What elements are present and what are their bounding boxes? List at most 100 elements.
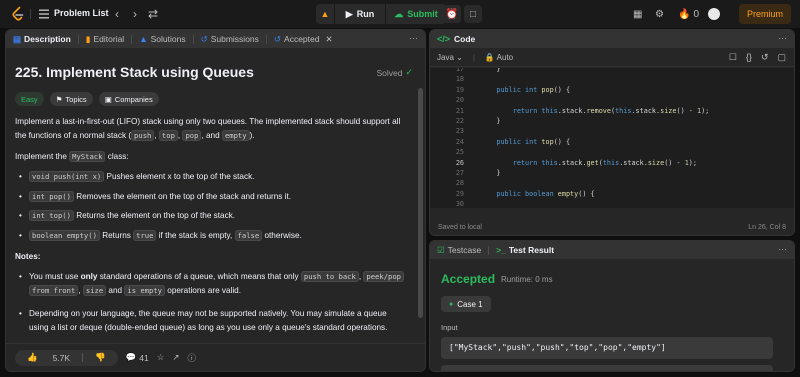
implement-text: Implement the <box>15 152 70 161</box>
list-item: int pop() Removes the element on the top… <box>19 190 405 204</box>
line-number: 18 <box>455 75 464 84</box>
flame-icon: 🔥 <box>678 8 691 20</box>
run-button[interactable]: ▶ Run <box>335 4 385 24</box>
like-button[interactable]: 👍 5.7K <box>15 350 82 366</box>
tab-solutions[interactable]: ▲ Solutions <box>132 30 192 48</box>
bookmark-icon[interactable]: ☐ <box>729 52 737 63</box>
close-icon[interactable]: ✕ <box>325 34 332 45</box>
dislike-button[interactable]: 👎 <box>83 350 118 366</box>
tab-test-result[interactable]: >_ Test Result <box>489 241 561 259</box>
comments-button[interactable]: 💬 41 <box>126 352 149 363</box>
tab-editorial[interactable]: ▮ Editorial <box>79 30 131 48</box>
tab-test-result-label: Test Result <box>508 245 555 255</box>
topbar-divider <box>30 9 31 19</box>
case-label: Case 1 <box>457 299 483 309</box>
code-empty: empty <box>221 130 250 141</box>
tab-description[interactable]: ▤ Description <box>6 30 78 48</box>
history-icon: ↺ <box>200 33 208 44</box>
notes-heading: Notes: <box>15 252 41 261</box>
description-icon: ▤ <box>13 33 22 44</box>
share-icon[interactable]: ↗ <box>172 352 179 363</box>
language-select[interactable]: Java ⌄ <box>437 53 463 62</box>
code-line: public int top() { <box>496 137 571 146</box>
tab-submissions[interactable]: ↺ Submissions <box>194 30 266 48</box>
intro-line-2: the functions of a normal stack ( <box>15 131 132 140</box>
method-text: Removes the element on the top of the st… <box>73 192 292 201</box>
tab-editorial-label: Editorial <box>93 34 125 44</box>
streak-counter[interactable]: 🔥 0 <box>678 7 699 21</box>
note2-line-1: Depending on your language, the queue ma… <box>29 309 387 318</box>
topics-chip[interactable]: ⚑ Topics <box>49 92 93 106</box>
code-icon: </> <box>437 34 451 44</box>
shuffle-icon[interactable]: ⇄ <box>146 7 160 21</box>
cursor-position: Ln 26, Col 8 <box>748 223 786 231</box>
note-text: You must use <box>29 272 81 281</box>
line-number: 24 <box>455 137 464 146</box>
problem-list-link[interactable]: Problem List <box>54 8 109 18</box>
expand-icon[interactable]: ▢ <box>777 52 786 63</box>
chevron-left-icon[interactable]: ‹ <box>110 7 124 21</box>
gear-icon[interactable]: ⚙ <box>655 7 664 21</box>
line-number: 28 <box>455 179 464 188</box>
toolbar-divider: | <box>472 52 475 62</box>
code-push-to-back: push to back <box>300 271 359 282</box>
autosave-label: Auto <box>496 52 514 62</box>
result-tabs: ☑ Testcase >_ Test Result ⋯ <box>430 241 794 259</box>
leetcode-logo-icon[interactable] <box>10 6 26 22</box>
method-code: int top() <box>29 210 74 221</box>
submit-button[interactable]: ☁ Submit <box>386 4 446 24</box>
code-peek-pop: peek/pop <box>363 271 405 282</box>
companies-chip[interactable]: ▣ Companies <box>98 92 159 106</box>
code-is-empty: is empty <box>124 285 165 296</box>
implement-tail: class: <box>105 152 129 161</box>
line-number: 26 <box>455 158 464 167</box>
line-number: 21 <box>455 106 464 115</box>
code-title: Code <box>454 34 476 44</box>
problem-list-icon[interactable] <box>38 8 50 20</box>
scrollbar[interactable] <box>418 88 423 318</box>
note-text: and <box>106 286 125 295</box>
more-options-icon[interactable]: ⋯ <box>778 244 788 255</box>
line-number: 17 <box>455 68 464 73</box>
chevron-right-icon[interactable]: › <box>128 7 142 21</box>
code-true: true <box>133 230 157 241</box>
tag-icon: ⚑ <box>55 94 63 104</box>
tab-accepted[interactable]: ↺ Accepted ✕ <box>267 30 340 48</box>
case-1-button[interactable]: ● Case 1 <box>441 296 491 312</box>
bug-icon: ▲ <box>320 9 330 19</box>
solved-status: Solved ✓ <box>376 67 413 78</box>
avatar[interactable] <box>708 8 720 20</box>
description-footer: 👍 5.7K 👎 💬 41 ☆ ↗ ⓘ <box>6 343 425 371</box>
like-count: 5.7K <box>52 352 71 363</box>
autosave-toggle[interactable]: 🔒 Auto <box>485 53 513 62</box>
line-number: 30 <box>455 200 464 208</box>
tab-code[interactable]: </> Code <box>430 34 475 44</box>
note-icon: □ <box>469 8 477 20</box>
code-line: return this.stack.get(this.stack.size() … <box>512 158 697 167</box>
star-icon[interactable]: ☆ <box>157 352 165 363</box>
code-header: </> Code ⋯ <box>430 30 794 48</box>
flask-icon: ▲ <box>139 34 148 44</box>
braces-icon[interactable]: {} <box>746 52 752 63</box>
timer-button[interactable]: ⏰ <box>443 5 461 23</box>
premium-button[interactable]: Premium <box>739 4 791 24</box>
list-item: int top() Returns the element on the top… <box>19 209 405 223</box>
debug-button[interactable]: ▲ <box>316 4 334 24</box>
reset-icon[interactable]: ↺ <box>761 52 769 63</box>
code-line: public boolean empty() { <box>496 189 595 198</box>
comment-icon: 💬 <box>125 352 137 362</box>
tab-testcase[interactable]: ☑ Testcase <box>430 241 488 259</box>
line-number: 25 <box>455 148 464 157</box>
layout-icon[interactable]: ▦ <box>633 7 642 21</box>
code-editor[interactable]: 17 } 18 19 public int pop() {20 21 return t… <box>430 68 794 208</box>
list-item: Depending on your language, the queue ma… <box>19 307 405 335</box>
help-icon[interactable]: ⓘ <box>188 352 197 364</box>
notes-button[interactable]: □ <box>464 5 482 23</box>
more-options-icon[interactable]: ⋯ <box>409 33 419 44</box>
more-options-icon[interactable]: ⋯ <box>778 33 788 44</box>
result-panel: ☑ Testcase >_ Test Result ⋯ Accepted Runti… <box>429 240 795 372</box>
note-text: standard operations of a queue, which me… <box>97 272 301 281</box>
method-code: void push(int x) <box>29 171 105 182</box>
list-item: boolean empty() Returns true if the stac… <box>19 229 405 243</box>
code-from-front: from front <box>29 285 79 296</box>
